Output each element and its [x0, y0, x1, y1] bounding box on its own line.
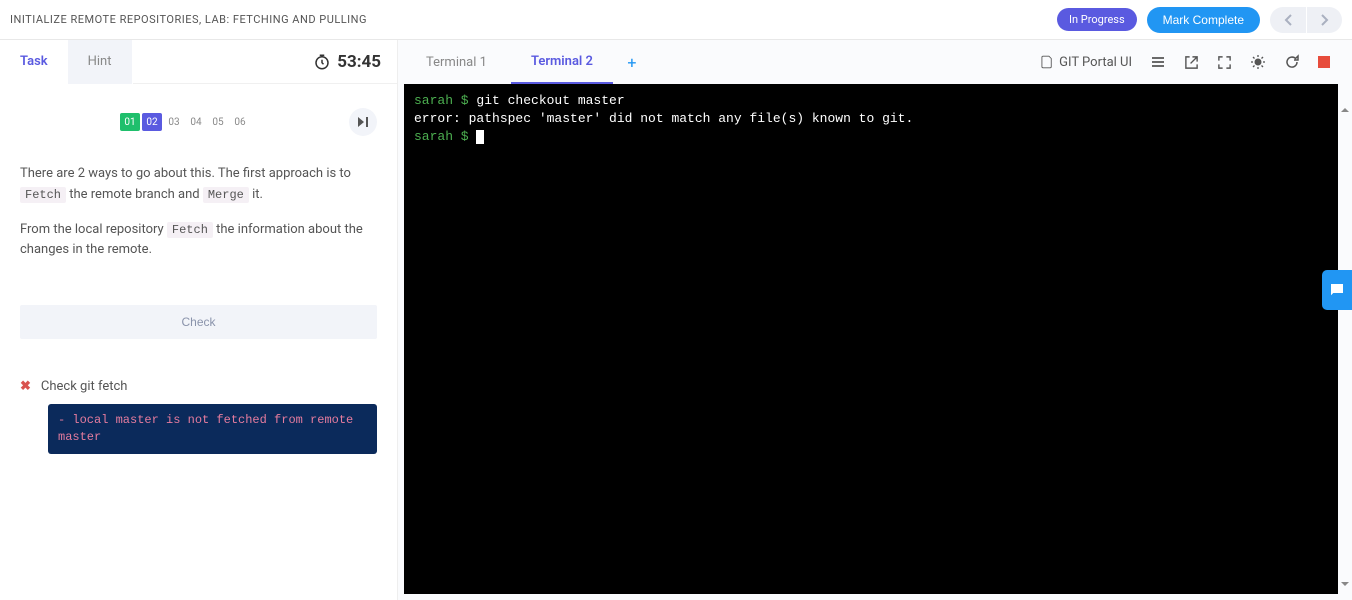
mark-complete-button[interactable]: Mark Complete	[1147, 7, 1260, 33]
stop-icon	[1318, 56, 1330, 68]
task-text: the remote branch and	[66, 187, 203, 202]
check-result-label: Check git fetch	[41, 379, 128, 394]
stop-button[interactable]	[1318, 56, 1330, 68]
theme-toggle-icon[interactable]	[1250, 54, 1266, 70]
portal-label: GIT Portal UI	[1059, 55, 1132, 70]
tab-terminal-1[interactable]: Terminal 1	[406, 40, 507, 84]
task-text: There are 2 ways to go about this. The f…	[20, 166, 351, 181]
step-06[interactable]: 06	[230, 113, 250, 131]
skip-icon	[357, 116, 369, 128]
chevron-left-icon	[1284, 14, 1292, 26]
check-button[interactable]: Check	[20, 305, 377, 339]
task-content: There are 2 ways to go about this. The f…	[0, 160, 397, 295]
chevron-right-icon	[1321, 14, 1329, 26]
chat-icon	[1328, 281, 1346, 299]
terminal-command	[469, 129, 477, 144]
step-01[interactable]: 01	[120, 113, 140, 131]
error-message-box: - local master is not fetched from remot…	[48, 404, 377, 454]
task-text: it.	[249, 187, 263, 202]
fail-icon: ✖	[20, 379, 31, 394]
add-terminal-button[interactable]: +	[617, 53, 647, 72]
breadcrumb: INITIALIZE REMOTE REPOSITORIES, LAB: FET…	[10, 13, 367, 26]
terminal-command: git checkout master	[469, 93, 625, 108]
open-external-icon[interactable]	[1184, 55, 1199, 70]
scrollbar[interactable]	[1338, 106, 1352, 588]
next-button[interactable]	[1306, 7, 1342, 33]
code-fetch-2: Fetch	[167, 222, 213, 238]
tab-task[interactable]: Task	[0, 40, 68, 84]
task-text: From the local repository	[20, 222, 167, 237]
clock-icon	[313, 53, 331, 71]
tab-terminal-2[interactable]: Terminal 2	[511, 40, 613, 84]
code-merge: Merge	[203, 187, 249, 203]
terminal-prompt: sarah $	[414, 129, 469, 144]
terminal-cursor	[476, 130, 484, 144]
portal-icon	[1039, 55, 1053, 69]
step-02[interactable]: 02	[142, 113, 162, 131]
terminal-output: error: pathspec 'master' did not match a…	[414, 110, 1328, 128]
timer-value: 53:45	[337, 52, 381, 72]
chat-button[interactable]	[1322, 270, 1352, 310]
timer: 53:45	[313, 52, 397, 72]
code-fetch: Fetch	[20, 187, 66, 203]
skip-to-end-button[interactable]	[349, 108, 377, 136]
prev-button[interactable]	[1270, 7, 1306, 33]
step-04[interactable]: 04	[186, 113, 206, 131]
task-panel: Task Hint 53:45 01 02 03 04 05 06 There …	[0, 40, 398, 600]
check-result-line: ✖ Check git fetch	[20, 379, 377, 394]
status-badge: In Progress	[1057, 8, 1137, 31]
tab-hint[interactable]: Hint	[68, 40, 133, 84]
fullscreen-icon[interactable]	[1217, 55, 1232, 70]
terminal[interactable]: sarah $ git checkout master error: paths…	[404, 84, 1338, 594]
refresh-icon[interactable]	[1284, 54, 1300, 70]
terminal-prompt: sarah $	[414, 93, 469, 108]
terminal-panel: Terminal 1 Terminal 2 + GIT Portal UI	[398, 40, 1352, 600]
git-portal-link[interactable]: GIT Portal UI	[1039, 55, 1132, 70]
step-03[interactable]: 03	[164, 113, 184, 131]
menu-icon[interactable]	[1150, 54, 1166, 70]
nav-group	[1270, 7, 1342, 33]
step-05[interactable]: 05	[208, 113, 228, 131]
